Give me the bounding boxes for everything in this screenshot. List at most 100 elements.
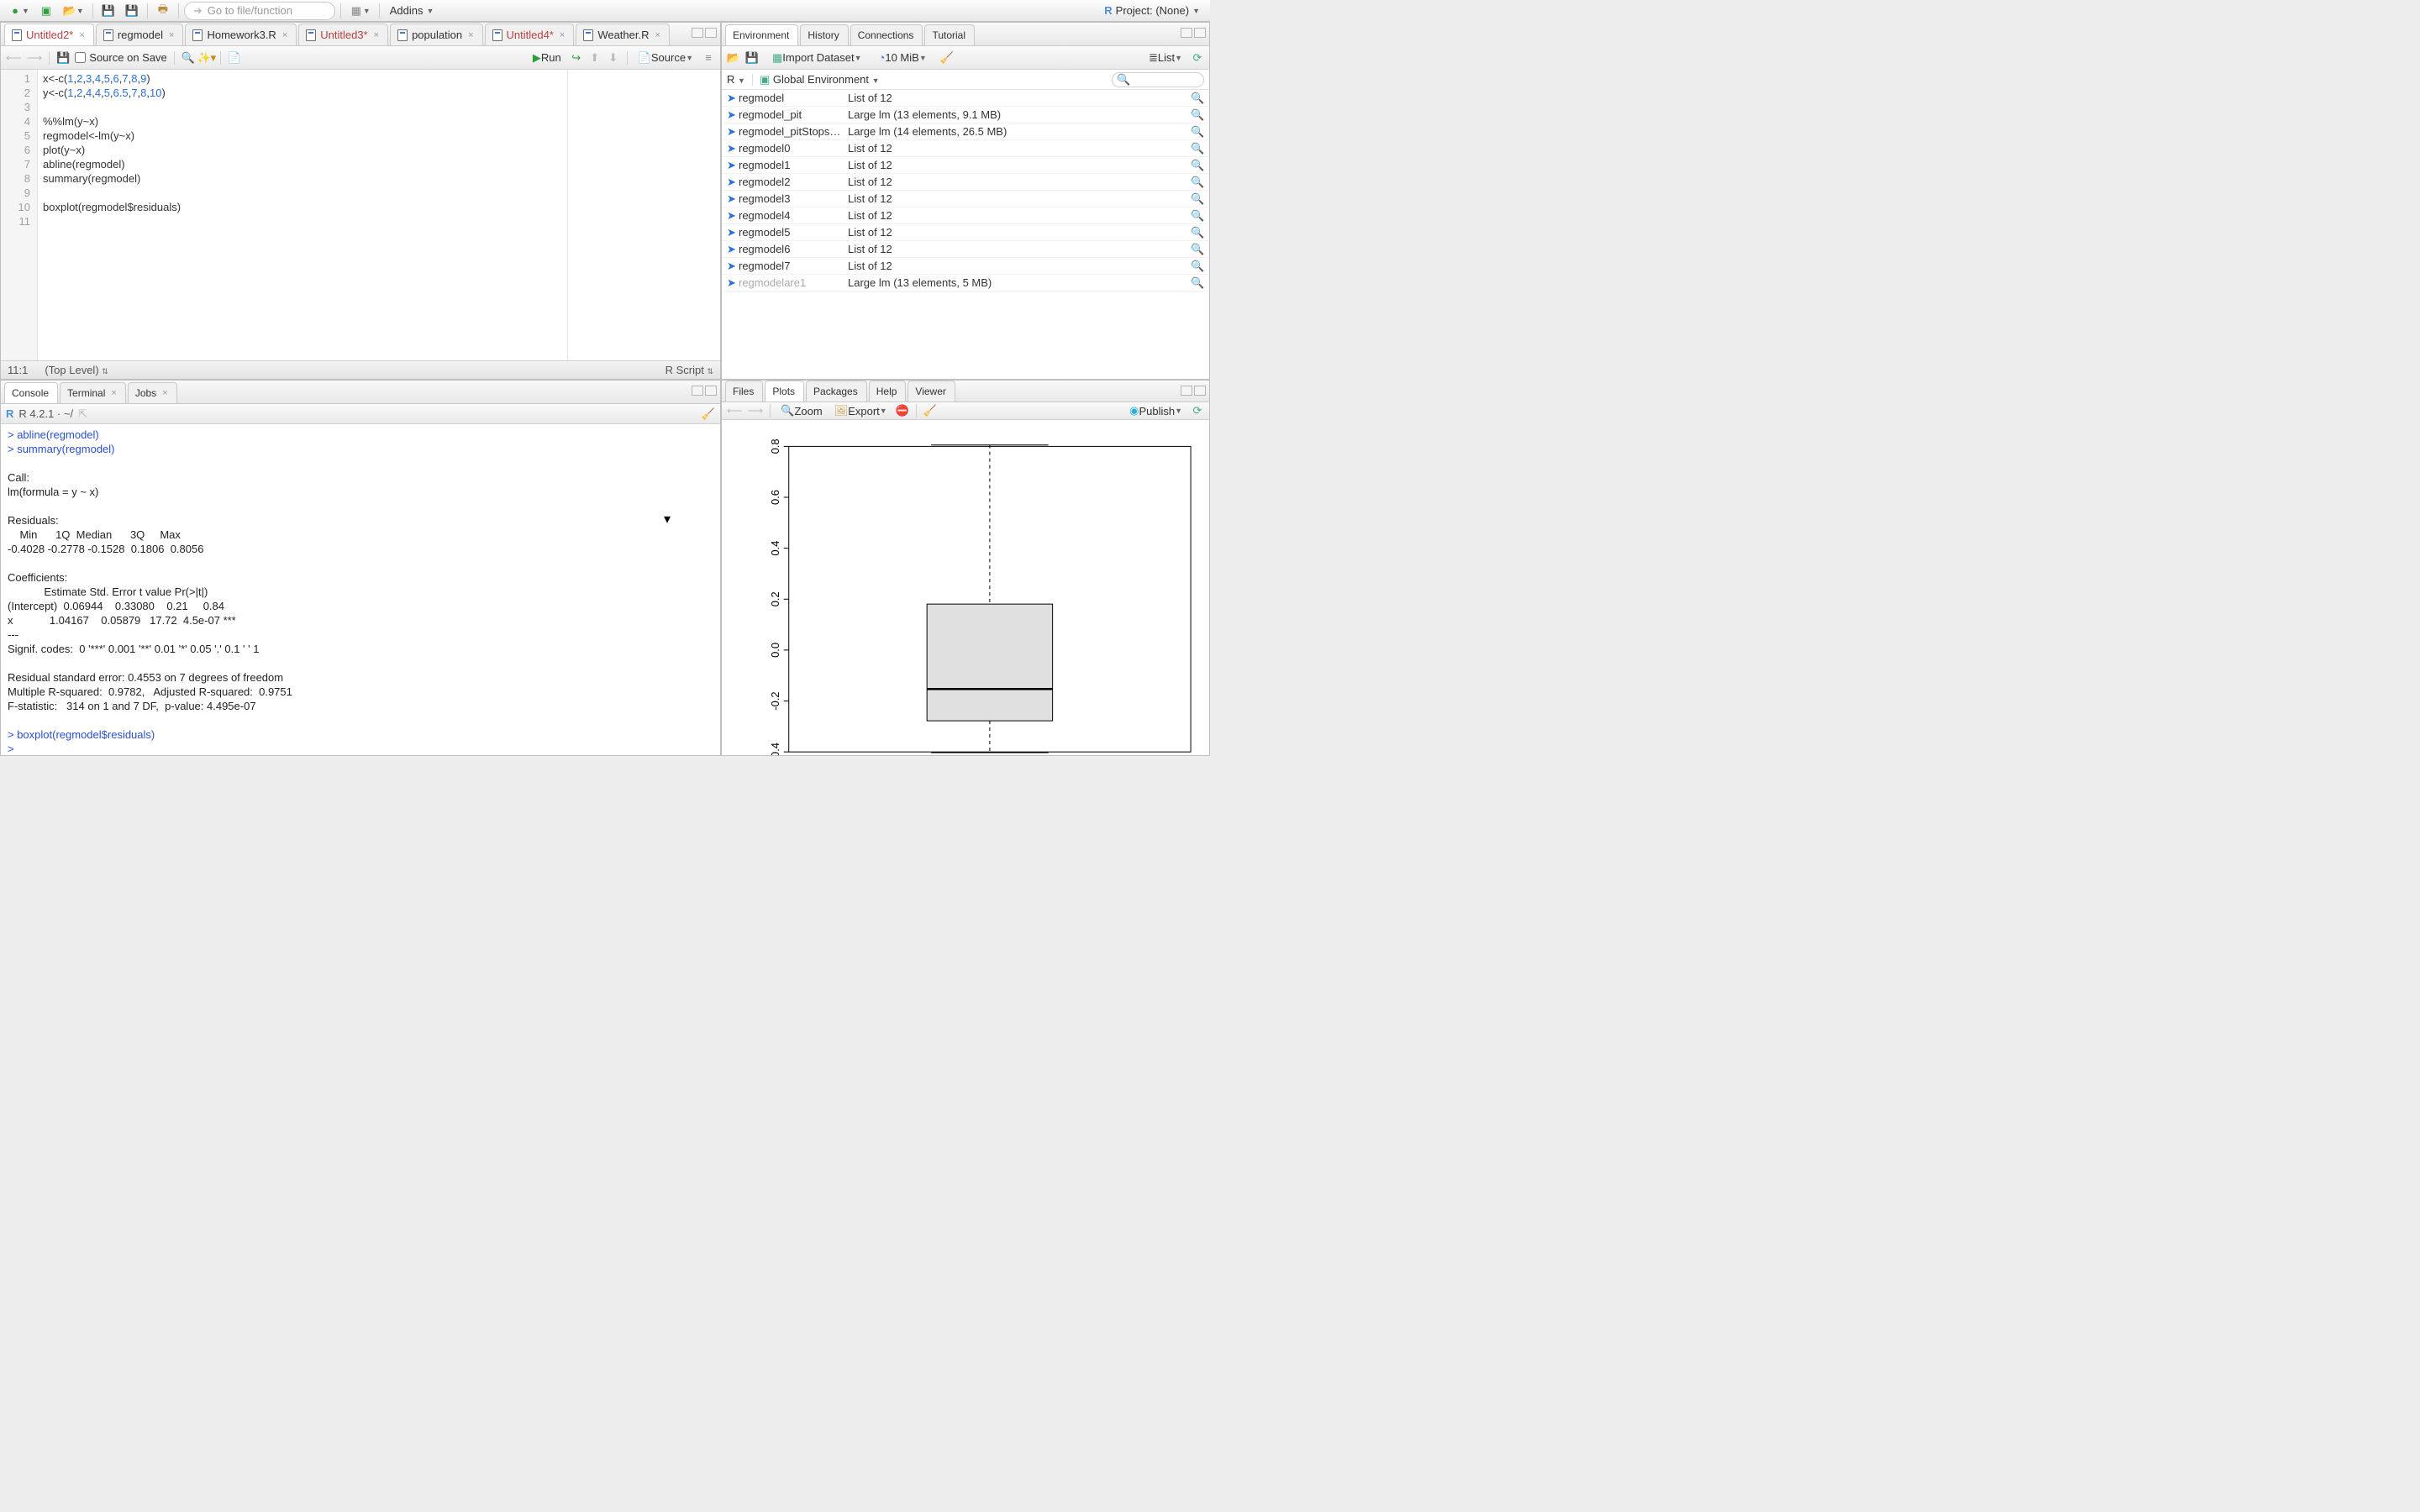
expand-icon[interactable]: ➤ — [727, 243, 739, 256]
find-icon[interactable]: 🔍 — [182, 51, 195, 65]
inspect-icon[interactable]: 🔍 — [1191, 92, 1204, 105]
nav-back-icon[interactable]: ⟵ — [6, 51, 22, 65]
save-source-icon[interactable]: 💾 — [56, 51, 70, 65]
plots-tab[interactable]: Files — [725, 381, 763, 402]
plot-next-icon[interactable]: ⟶ — [748, 404, 764, 417]
scope-lang[interactable]: R ▼ — [727, 73, 745, 86]
env-tab[interactable]: Connections — [850, 24, 923, 45]
env-tab[interactable]: Tutorial — [924, 24, 975, 45]
close-icon[interactable]: × — [468, 30, 473, 40]
save-button[interactable]: 💾 — [98, 3, 118, 19]
inspect-icon[interactable]: 🔍 — [1191, 209, 1204, 223]
env-item-row[interactable]: ➤ regmodel_pit Large lm (13 elements, 9.… — [722, 107, 1209, 123]
close-icon[interactable]: × — [79, 30, 84, 40]
clear-plots-icon[interactable]: 🧹 — [923, 404, 937, 417]
plot-prev-icon[interactable]: ⟵ — [727, 404, 743, 417]
plots-tab[interactable]: Help — [869, 381, 907, 402]
source-tab[interactable]: regmodel× — [96, 24, 184, 45]
addins-dropdown[interactable]: Addins▼ — [385, 3, 439, 18]
lang-indicator[interactable]: R Script ⇅ — [666, 364, 713, 376]
inspect-icon[interactable]: 🔍 — [1191, 125, 1204, 139]
expand-icon[interactable]: ➤ — [727, 159, 739, 172]
code-area[interactable]: x<-c(1,2,3,4,5,6,7,8,9)y<-c(1,2,4,4,5,6.… — [38, 70, 720, 360]
console-tab[interactable]: Terminal× — [60, 382, 126, 403]
source-tab[interactable]: Untitled3*× — [298, 24, 388, 45]
env-item-row[interactable]: ➤ regmodel6 List of 12 🔍 — [722, 241, 1209, 258]
inspect-icon[interactable]: 🔍 — [1191, 192, 1204, 206]
clear-console-icon[interactable]: 🧹 — [702, 407, 715, 421]
source-editor[interactable]: 1234567891011 x<-c(1,2,3,4,5,6,7,8,9)y<-… — [1, 70, 720, 360]
refresh-plot-icon[interactable]: ⟳ — [1191, 404, 1204, 417]
console-output[interactable]: > abline(regmodel)> summary(regmodel) Ca… — [1, 424, 720, 755]
remove-plot-icon[interactable]: ⛔ — [896, 404, 909, 417]
open-file-button[interactable]: 📂▼ — [60, 3, 87, 19]
console-tab[interactable]: Jobs× — [128, 382, 177, 403]
source-tab[interactable]: Weather.R× — [576, 24, 670, 45]
new-project-button[interactable]: ▣ — [36, 3, 56, 19]
minimize-icon[interactable] — [1181, 28, 1192, 38]
nav-fwd-icon[interactable]: ⟶ — [27, 51, 43, 65]
expand-icon[interactable]: ➤ — [727, 108, 739, 122]
env-tab[interactable]: Environment — [725, 24, 798, 45]
close-icon[interactable]: × — [162, 388, 167, 398]
save-all-button[interactable]: 💾 — [122, 3, 142, 19]
scope-env[interactable]: ▣ Global Environment ▼ — [760, 73, 880, 87]
expand-icon[interactable]: ➤ — [727, 92, 739, 105]
rerun-icon[interactable]: ↪ — [570, 51, 583, 65]
minimize-icon[interactable] — [692, 28, 703, 38]
source-tab[interactable]: Homework3.R× — [185, 24, 297, 45]
publish-button[interactable]: ◉ Publish ▼ — [1126, 402, 1186, 419]
print-button[interactable]: 🖶 — [153, 3, 173, 19]
close-icon[interactable]: × — [169, 30, 174, 40]
maximize-icon[interactable] — [705, 386, 717, 396]
console-tab[interactable]: Console — [4, 382, 58, 403]
source-on-save-checkbox[interactable]: Source on Save — [75, 51, 167, 64]
source-button[interactable]: 📄 Source ▼ — [634, 50, 697, 66]
env-item-row[interactable]: ➤ regmodel5 List of 12 🔍 — [722, 224, 1209, 241]
env-item-row[interactable]: ➤ regmodel1 List of 12 🔍 — [722, 157, 1209, 174]
inspect-icon[interactable]: 🔍 — [1191, 142, 1204, 155]
maximize-icon[interactable] — [705, 28, 717, 38]
env-item-row[interactable]: ➤ regmodel4 List of 12 🔍 — [722, 207, 1209, 224]
maximize-icon[interactable] — [1194, 386, 1206, 396]
plots-tab[interactable]: Packages — [806, 381, 867, 402]
env-item-row[interactable]: ➤ regmodel2 List of 12 🔍 — [722, 174, 1209, 191]
load-workspace-icon[interactable]: 📂 — [727, 51, 740, 65]
env-tab[interactable]: History — [800, 24, 848, 45]
minimize-icon[interactable] — [692, 386, 703, 396]
save-workspace-icon[interactable]: 💾 — [745, 51, 759, 65]
up-icon[interactable]: ⬆ — [588, 51, 602, 65]
compile-report-icon[interactable]: 📄 — [228, 51, 241, 65]
close-icon[interactable]: × — [655, 30, 660, 40]
project-dropdown[interactable]: R Project: (None)▼ — [1099, 3, 1205, 18]
expand-icon[interactable]: ➤ — [727, 142, 739, 155]
inspect-icon[interactable]: 🔍 — [1191, 108, 1204, 122]
clear-workspace-icon[interactable]: 🧹 — [940, 51, 954, 65]
inspect-icon[interactable]: 🔍 — [1191, 243, 1204, 256]
maximize-icon[interactable] — [1194, 28, 1206, 38]
close-icon[interactable]: × — [282, 30, 287, 40]
source-tab[interactable]: Untitled2*× — [4, 24, 94, 45]
expand-icon[interactable]: ➤ — [727, 276, 739, 290]
run-button[interactable]: ▶ Run — [529, 50, 565, 66]
minimize-icon[interactable] — [1181, 386, 1192, 396]
scope-indicator[interactable]: (Top Level) ⇅ — [45, 364, 108, 376]
plots-tab[interactable]: Plots — [765, 381, 804, 402]
expand-icon[interactable]: ➤ — [727, 209, 739, 223]
view-mode-button[interactable]: ≣ List ▼ — [1145, 50, 1186, 66]
inspect-icon[interactable]: 🔍 — [1191, 176, 1204, 189]
expand-icon[interactable]: ➤ — [727, 226, 739, 239]
pane-layout-button[interactable]: ▦▼ — [346, 3, 374, 19]
new-file-button[interactable]: ●▼ — [5, 3, 33, 19]
expand-icon[interactable]: ➤ — [727, 176, 739, 189]
wand-icon[interactable]: ✨▾ — [200, 51, 213, 65]
inspect-icon[interactable]: 🔍 — [1191, 159, 1204, 172]
inspect-icon[interactable]: 🔍 — [1191, 226, 1204, 239]
zoom-button[interactable]: 🔍 Zoom — [777, 402, 825, 419]
close-icon[interactable]: × — [374, 30, 379, 40]
expand-icon[interactable]: ➤ — [727, 125, 739, 139]
env-item-row[interactable]: ➤ regmodelare1 Large lm (13 elements, 5 … — [722, 275, 1209, 291]
expand-icon[interactable]: ➤ — [727, 260, 739, 273]
memory-usage-button[interactable]: ◔ 10 MiB ▼ — [875, 50, 929, 66]
export-button[interactable]: 🖼 Export ▼ — [831, 402, 891, 419]
